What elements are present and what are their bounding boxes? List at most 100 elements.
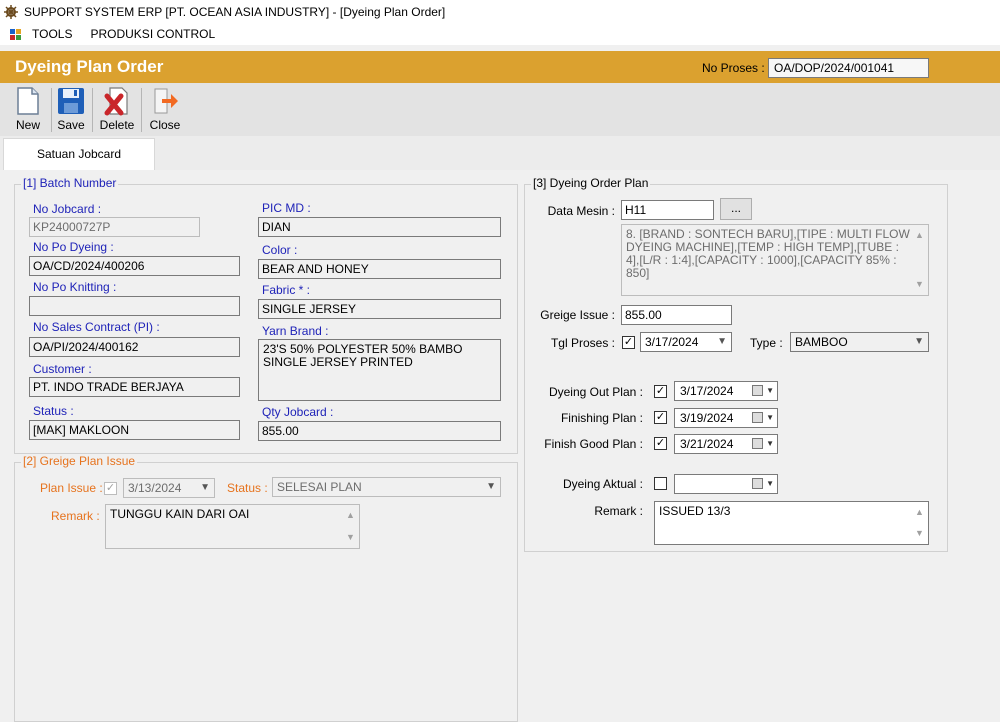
calendar-icon — [752, 478, 763, 489]
no-sales-contract-field[interactable]: OA/PI/2024/400162 — [29, 337, 240, 357]
fabric-label: Fabric * : — [262, 283, 311, 297]
dyeing-out-plan-date[interactable]: 3/17/2024 ▼ — [674, 381, 778, 401]
mesin-description-text: 8. [BRAND : SONTECH BARU],[TIPE : MULTI … — [626, 227, 910, 280]
delete-button[interactable]: Delete — [96, 86, 138, 135]
no-po-dyeing-field[interactable]: OA/CD/2024/400206 — [29, 256, 240, 276]
chevron-down-icon: ▼ — [766, 386, 774, 395]
dyeing-out-plan-checkbox[interactable]: ✓ — [654, 385, 667, 398]
title-bar: SUPPORT SYSTEM ERP [PT. OCEAN ASIA INDUS… — [0, 0, 1000, 23]
customer-label: Customer : — [33, 362, 92, 376]
no-po-knitting-field[interactable] — [29, 296, 240, 316]
scroll-up-icon: ▲ — [915, 230, 924, 240]
chevron-down-icon: ▼ — [717, 336, 727, 347]
chevron-down-icon: ▼ — [766, 479, 774, 488]
dyeing-remark-scrollbar[interactable]: ▲ ▼ — [911, 502, 928, 544]
save-button[interactable]: Save — [54, 86, 88, 135]
greige-status-value: SELESAI PLAN — [277, 480, 362, 494]
finishing-plan-checkbox[interactable]: ✓ — [654, 411, 667, 424]
greige-plan-group: [2] Greige Plan Issue — [14, 454, 518, 722]
new-button[interactable]: New — [8, 86, 48, 135]
no-proses-field[interactable]: OA/DOP/2024/001041 — [768, 58, 929, 78]
scroll-down-icon: ▼ — [915, 528, 924, 538]
color-label: Color : — [262, 243, 298, 257]
dyeing-aktual-date[interactable]: ▼ — [674, 474, 778, 494]
chevron-down-icon: ▼ — [200, 482, 210, 493]
menu-bar: TOOLS PRODUKSI CONTROL — [0, 23, 1000, 45]
form-header: Dyeing Plan Order No Proses : OA/DOP/202… — [0, 51, 1000, 83]
tgl-proses-label: Tgl Proses : — [550, 336, 615, 350]
toolbar: New Save Delete Close — [0, 83, 1000, 136]
tgl-proses-checkbox[interactable]: ✓ — [622, 336, 635, 349]
finishing-plan-date[interactable]: 3/19/2024 ▼ — [674, 408, 778, 428]
finish-good-plan-checkbox[interactable]: ✓ — [654, 437, 667, 450]
no-sales-contract-label: No Sales Contract (PI) : — [33, 320, 160, 334]
scroll-down-icon: ▼ — [346, 532, 355, 542]
greige-issue-field[interactable]: 855.00 — [621, 305, 732, 325]
dyeing-remark-text: ISSUED 13/3 — [659, 504, 731, 518]
mesin-description-field[interactable]: 8. [BRAND : SONTECH BARU],[TIPE : MULTI … — [621, 224, 929, 296]
exit-arrow-icon — [154, 88, 178, 114]
greige-plan-legend: [2] Greige Plan Issue — [21, 454, 138, 468]
dyeing-aktual-label: Dyeing Aktual : — [562, 477, 643, 491]
close-button-label: Close — [149, 118, 181, 132]
plan-issue-date-value: 3/13/2024 — [128, 481, 182, 495]
greige-remark-field[interactable]: TUNGGU KAIN DARI OAI ▲ ▼ — [105, 504, 360, 549]
pic-md-field[interactable]: DIAN — [258, 217, 501, 237]
no-jobcard-field[interactable]: KP24000727P — [29, 217, 200, 237]
status-field[interactable]: [MAK] MAKLOON — [29, 420, 240, 440]
delete-button-label: Delete — [99, 118, 135, 132]
finishing-plan-value: 3/19/2024 — [680, 411, 734, 425]
tab-strip: Satuan Jobcard — [0, 136, 1000, 171]
toolbar-separator — [92, 88, 93, 132]
close-button[interactable]: Close — [146, 86, 184, 135]
color-field[interactable]: BEAR AND HONEY — [258, 259, 501, 279]
dyeing-remark-field[interactable]: ISSUED 13/3 ▲ ▼ — [654, 501, 929, 545]
greige-status-select[interactable]: SELESAI PLAN ▼ — [272, 477, 501, 497]
app-ship-wheel-icon — [4, 4, 18, 19]
greige-remark-scrollbar[interactable]: ▲ ▼ — [342, 505, 359, 548]
plan-issue-label: Plan Issue : — [40, 481, 103, 495]
type-label: Type : — [750, 336, 783, 350]
finish-good-plan-label: Finish Good Plan : — [544, 437, 643, 451]
greige-status-label: Status : — [227, 481, 268, 495]
tab-satuan-jobcard[interactable]: Satuan Jobcard — [3, 138, 155, 171]
finish-good-plan-date[interactable]: 3/21/2024 ▼ — [674, 434, 778, 454]
pic-md-label: PIC MD : — [262, 201, 311, 215]
dyeing-aktual-checkbox[interactable] — [654, 477, 667, 490]
no-po-knitting-label: No Po Knitting : — [33, 280, 117, 294]
yarn-brand-label: Yarn Brand : — [262, 324, 329, 338]
fabric-field[interactable]: SINGLE JERSEY — [258, 299, 501, 319]
data-mesin-label: Data Mesin : — [547, 204, 615, 218]
dyeing-order-legend: [3] Dyeing Order Plan — [531, 176, 651, 190]
scroll-up-icon: ▲ — [346, 510, 355, 520]
qty-jobcard-field[interactable]: 855.00 — [258, 421, 501, 441]
mesin-description-scrollbar[interactable]: ▲ ▼ — [911, 225, 928, 295]
chevron-down-icon: ▼ — [766, 439, 774, 448]
tgl-proses-date[interactable]: 3/17/2024 ▼ — [640, 332, 732, 352]
chevron-down-icon: ▼ — [486, 481, 496, 492]
plan-issue-checkbox[interactable]: ✓ — [104, 482, 117, 495]
greige-remark-label: Remark : — [51, 509, 100, 523]
data-mesin-field[interactable]: H11 — [621, 200, 714, 220]
menu-produksi-control[interactable]: PRODUKSI CONTROL — [81, 23, 224, 45]
calendar-icon — [752, 412, 763, 423]
finishing-plan-label: Finishing Plan : — [560, 411, 643, 425]
plan-issue-date[interactable]: 3/13/2024 ▼ — [123, 478, 215, 498]
calendar-icon — [752, 438, 763, 449]
browse-mesin-button[interactable]: ... — [720, 198, 752, 220]
customer-field[interactable]: PT. INDO TRADE BERJAYA — [29, 377, 240, 397]
form-title: Dyeing Plan Order — [15, 57, 164, 76]
new-document-icon — [17, 87, 39, 115]
scroll-down-icon: ▼ — [915, 279, 924, 289]
greige-issue-label: Greige Issue : — [540, 308, 615, 322]
form-menu-icon[interactable] — [9, 27, 23, 41]
status-label: Status : — [33, 404, 74, 418]
chevron-down-icon: ▼ — [914, 336, 924, 347]
new-button-label: New — [15, 118, 40, 132]
menu-tools[interactable]: TOOLS — [23, 23, 81, 45]
yarn-brand-field[interactable]: 23'S 50% POLYESTER 50% BAMBO SINGLE JERS… — [258, 339, 501, 401]
type-select[interactable]: BAMBOO ▼ — [790, 332, 929, 352]
finish-good-plan-value: 3/21/2024 — [680, 437, 734, 451]
type-value: BAMBOO — [795, 335, 848, 349]
toolbar-separator — [141, 88, 142, 132]
